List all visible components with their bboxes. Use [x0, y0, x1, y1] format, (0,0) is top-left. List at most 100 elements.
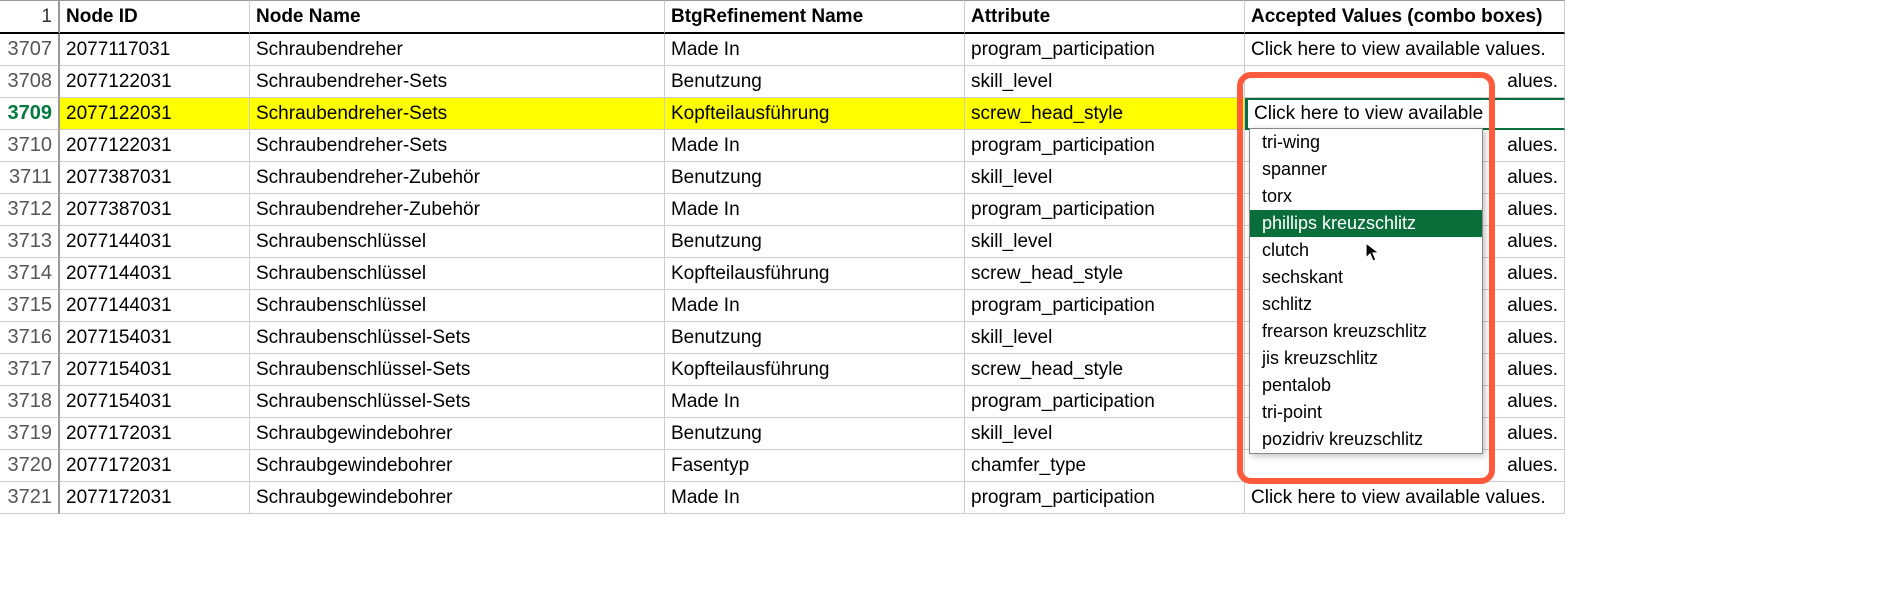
dropdown-option[interactable]: spanner: [1250, 156, 1482, 183]
cell-btg-refinement[interactable]: Made In: [665, 34, 965, 66]
cell-node-id[interactable]: 2077154031: [60, 386, 250, 418]
cell-node-name[interactable]: Schraubgewindebohrer: [250, 450, 665, 482]
cell-attribute[interactable]: program_participation: [965, 34, 1245, 66]
header-accepted-values[interactable]: Accepted Values (combo boxes): [1245, 0, 1565, 34]
row-number[interactable]: 3709: [0, 98, 60, 130]
cell-accepted-values[interactable]: Click here to view available: [1245, 98, 1565, 130]
cell-node-name[interactable]: Schraubendreher-Zubehör: [250, 194, 665, 226]
dropdown-option[interactable]: sechskant: [1250, 264, 1482, 291]
cell-btg-refinement[interactable]: Made In: [665, 386, 965, 418]
cell-attribute[interactable]: program_participation: [965, 482, 1245, 514]
row-number[interactable]: 3708: [0, 66, 60, 98]
dropdown-option[interactable]: phillips kreuzschlitz: [1250, 210, 1482, 237]
cell-node-name[interactable]: Schraubenschlüssel: [250, 226, 665, 258]
dropdown-option[interactable]: jis kreuzschlitz: [1250, 345, 1482, 372]
cell-attribute[interactable]: skill_level: [965, 418, 1245, 450]
cell-attribute[interactable]: screw_head_style: [965, 258, 1245, 290]
cell-node-id[interactable]: 2077122031: [60, 98, 250, 130]
row-number[interactable]: 3717: [0, 354, 60, 386]
cell-accepted-values[interactable]: alues.: [1245, 66, 1565, 98]
cell-node-name[interactable]: Schraubenschlüssel: [250, 258, 665, 290]
cell-node-name[interactable]: Schraubgewindebohrer: [250, 482, 665, 514]
dropdown-option[interactable]: schlitz: [1250, 291, 1482, 318]
cell-node-name[interactable]: Schraubendreher-Sets: [250, 98, 665, 130]
row-number[interactable]: 3721: [0, 482, 60, 514]
cell-btg-refinement[interactable]: Fasentyp: [665, 450, 965, 482]
row-number[interactable]: 3718: [0, 386, 60, 418]
header-attribute[interactable]: Attribute: [965, 0, 1245, 34]
cell-btg-refinement[interactable]: Benutzung: [665, 226, 965, 258]
cell-attribute[interactable]: chamfer_type: [965, 450, 1245, 482]
cell-btg-refinement[interactable]: Made In: [665, 482, 965, 514]
cell-btg-refinement[interactable]: Made In: [665, 290, 965, 322]
cell-btg-refinement[interactable]: Kopfteilausführung: [665, 354, 965, 386]
cell-attribute[interactable]: program_participation: [965, 290, 1245, 322]
cell-accepted-values[interactable]: Click here to view available values.: [1245, 34, 1565, 66]
cell-accepted-values[interactable]: Click here to view available values.: [1245, 482, 1565, 514]
cell-attribute[interactable]: program_participation: [965, 386, 1245, 418]
cell-btg-refinement[interactable]: Benutzung: [665, 66, 965, 98]
row-number[interactable]: 3714: [0, 258, 60, 290]
cell-node-id[interactable]: 2077387031: [60, 194, 250, 226]
cell-btg-refinement[interactable]: Made In: [665, 130, 965, 162]
cell-node-name[interactable]: Schraubenschlüssel-Sets: [250, 386, 665, 418]
cell-node-id[interactable]: 2077144031: [60, 258, 250, 290]
cell-attribute[interactable]: skill_level: [965, 226, 1245, 258]
row-number[interactable]: 3711: [0, 162, 60, 194]
cell-attribute[interactable]: program_participation: [965, 130, 1245, 162]
cell-node-id[interactable]: 2077154031: [60, 354, 250, 386]
cell-attribute[interactable]: skill_level: [965, 66, 1245, 98]
header-btg-refinement[interactable]: BtgRefinement Name: [665, 0, 965, 34]
cell-attribute[interactable]: skill_level: [965, 322, 1245, 354]
cell-node-id[interactable]: 2077154031: [60, 322, 250, 354]
spreadsheet-grid[interactable]: 1 Node ID Node Name BtgRefinement Name A…: [0, 0, 1880, 514]
cell-node-name[interactable]: Schraubendreher-Sets: [250, 66, 665, 98]
row-number[interactable]: 3710: [0, 130, 60, 162]
row-number[interactable]: 3707: [0, 34, 60, 66]
cell-node-name[interactable]: Schraubendreher-Sets: [250, 130, 665, 162]
cell-node-id[interactable]: 2077172031: [60, 482, 250, 514]
cell-node-id[interactable]: 2077144031: [60, 226, 250, 258]
dropdown-option[interactable]: clutch: [1250, 237, 1482, 264]
header-rownum: 1: [0, 0, 60, 34]
row-number[interactable]: 3716: [0, 322, 60, 354]
dropdown-option[interactable]: pozidriv kreuzschlitz: [1250, 426, 1482, 453]
cell-node-id[interactable]: 2077117031: [60, 34, 250, 66]
dropdown-option[interactable]: tri-point: [1250, 399, 1482, 426]
row-number[interactable]: 3713: [0, 226, 60, 258]
cell-btg-refinement[interactable]: Benutzung: [665, 322, 965, 354]
row-number[interactable]: 3719: [0, 418, 60, 450]
cell-node-id[interactable]: 2077144031: [60, 290, 250, 322]
cell-node-name[interactable]: Schraubgewindebohrer: [250, 418, 665, 450]
cell-node-name[interactable]: Schraubenschlüssel-Sets: [250, 354, 665, 386]
row-number[interactable]: 3715: [0, 290, 60, 322]
cell-node-name[interactable]: Schraubendreher-Zubehör: [250, 162, 665, 194]
dropdown-option[interactable]: tri-wing: [1250, 129, 1482, 156]
cell-node-id[interactable]: 2077122031: [60, 66, 250, 98]
dropdown-option[interactable]: pentalob: [1250, 372, 1482, 399]
cell-btg-refinement[interactable]: Benutzung: [665, 418, 965, 450]
dropdown-option[interactable]: torx: [1250, 183, 1482, 210]
cell-node-name[interactable]: Schraubenschlüssel: [250, 290, 665, 322]
header-node-id[interactable]: Node ID: [60, 0, 250, 34]
cell-attribute[interactable]: skill_level: [965, 162, 1245, 194]
cell-btg-refinement[interactable]: Kopfteilausführung: [665, 258, 965, 290]
cell-node-name[interactable]: Schraubendreher: [250, 34, 665, 66]
header-node-name[interactable]: Node Name: [250, 0, 665, 34]
combobox-dropdown[interactable]: tri-wingspannertorxphillips kreuzschlitz…: [1249, 128, 1483, 454]
row-number[interactable]: 3720: [0, 450, 60, 482]
cell-node-id[interactable]: 2077122031: [60, 130, 250, 162]
cell-node-name[interactable]: Schraubenschlüssel-Sets: [250, 322, 665, 354]
cell-btg-refinement[interactable]: Made In: [665, 194, 965, 226]
row-number[interactable]: 3712: [0, 194, 60, 226]
cell-node-id[interactable]: 2077172031: [60, 418, 250, 450]
cell-btg-refinement[interactable]: Benutzung: [665, 162, 965, 194]
cell-node-id[interactable]: 2077172031: [60, 450, 250, 482]
cell-attribute[interactable]: screw_head_style: [965, 354, 1245, 386]
cell-node-id[interactable]: 2077387031: [60, 162, 250, 194]
cell-attribute[interactable]: screw_head_style: [965, 98, 1245, 130]
cell-attribute[interactable]: program_participation: [965, 194, 1245, 226]
cell-accepted-values[interactable]: alues.: [1245, 450, 1565, 482]
cell-btg-refinement[interactable]: Kopfteilausführung: [665, 98, 965, 130]
dropdown-option[interactable]: frearson kreuzschlitz: [1250, 318, 1482, 345]
